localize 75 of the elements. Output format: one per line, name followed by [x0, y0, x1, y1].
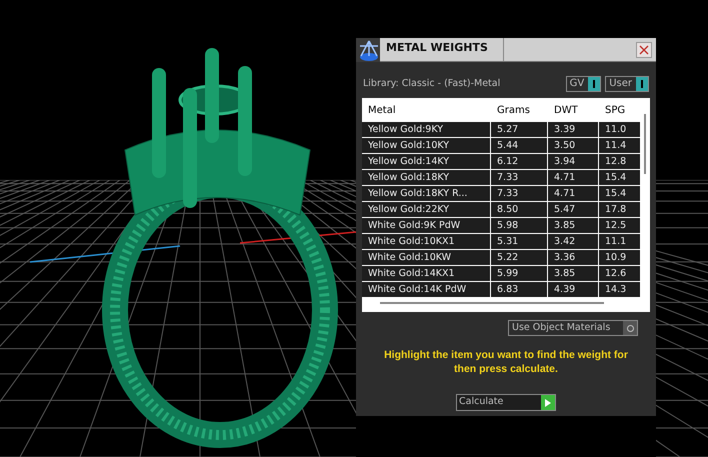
table-cell: 6.83 [491, 282, 548, 297]
table-cell-text: 12.6 [604, 267, 628, 281]
table-cell: 6.12 [491, 154, 548, 169]
table-cell: 5.47 [548, 202, 599, 217]
table-cell: 4.71 [548, 186, 599, 201]
table-row[interactable]: Yellow Gold:18KY 7.33 4.71 15.4 [362, 170, 640, 186]
table-row[interactable]: Yellow Gold:22KY 8.50 5.47 17.8 [362, 202, 640, 218]
table-cell-text: 14.3 [604, 283, 628, 297]
library-label: Library: Classic - (Fast)-Metal [363, 76, 502, 91]
table-cell: White Gold:10KW [362, 250, 491, 265]
table-cell: White Gold:10KX1 [362, 234, 491, 249]
table-cell: Yellow Gold:18KY R... [362, 186, 491, 201]
table-row[interactable]: White Gold:9K PdW 5.98 3.85 12.5 [362, 218, 640, 234]
table-cell-text: 10.9 [604, 251, 628, 265]
table-cell: 5.22 [491, 250, 548, 265]
table-row[interactable]: Yellow Gold:14KY 6.12 3.94 12.8 [362, 154, 640, 170]
horizontal-scrollbar[interactable] [380, 302, 604, 304]
table-cell: White Gold:14KX1 [362, 266, 491, 281]
table-cell: Yellow Gold:9KY [362, 122, 491, 137]
close-icon [639, 45, 649, 55]
table-row[interactable]: White Gold:14K PdW 6.83 4.39 14.3 [362, 282, 640, 298]
table-cell-text: 12.8 [604, 155, 628, 169]
column-header: Metal [367, 104, 397, 118]
table-cell: Yellow Gold:14KY [362, 154, 491, 169]
column-header: SPG [604, 104, 626, 118]
close-button[interactable] [636, 42, 652, 58]
table-cell-text: 15.4 [604, 171, 628, 185]
table-cell: White Gold:9K PdW [362, 218, 491, 233]
table-cell: 8.50 [491, 202, 548, 217]
toggle-label: Use Object Materials [512, 320, 612, 335]
toggle-switch[interactable]: User [605, 76, 649, 92]
table-cell-text: 11.0 [604, 123, 628, 137]
table-cell: White Gold:14K PdW [362, 282, 491, 297]
table-cell: 3.39 [548, 122, 599, 137]
table-cell: 3.85 [548, 266, 599, 281]
table-row[interactable]: Yellow Gold:10KY 5.44 3.50 11.4 [362, 138, 640, 154]
use-object-materials-toggle[interactable]: Use Object Materials [508, 320, 638, 336]
table-row[interactable]: White Gold:14KX1 5.99 3.85 12.6 [362, 266, 640, 282]
vertical-scrollbar[interactable] [644, 114, 646, 174]
column-header: Grams [496, 104, 531, 118]
table-cell: 5.44 [491, 138, 548, 153]
table-row[interactable]: White Gold:10KX1 5.31 3.42 11.1 [362, 234, 640, 250]
hint-text: Highlight the item you want to find the weight for then press calculate. [383, 348, 629, 376]
table-cell: Yellow Gold:18KY [362, 170, 491, 185]
table-cell-text: 17.8 [604, 203, 628, 217]
calculate-button[interactable]: Calculate [456, 394, 556, 411]
toggle-switch[interactable]: GV [566, 76, 602, 92]
table-cell: Yellow Gold:10KY [362, 138, 491, 153]
table-cell-text: 11.4 [604, 139, 628, 153]
table-cell: 3.50 [548, 138, 599, 153]
scale-icon [356, 38, 380, 62]
table-cell-text: 12.5 [604, 219, 628, 233]
table-cell: 7.33 [491, 170, 548, 185]
table-cell: 5.98 [491, 218, 548, 233]
table-cell: Yellow Gold:22KY [362, 202, 491, 217]
table-cell-text: 15.4 [604, 187, 628, 201]
table-cell: 3.94 [548, 154, 599, 169]
column-header: DWT [553, 104, 579, 118]
table-cell: 4.71 [548, 170, 599, 185]
table-cell: 5.27 [491, 122, 548, 137]
table-cell: 4.39 [548, 282, 599, 297]
table-row[interactable]: White Gold:10KW 5.22 3.36 10.9 [362, 250, 640, 266]
table-cell: 5.31 [491, 234, 548, 249]
window-title: METAL WEIGHTS [380, 38, 504, 61]
table-cell: 3.85 [548, 218, 599, 233]
table-cell: 7.33 [491, 186, 548, 201]
table-cell: 3.36 [548, 250, 599, 265]
table-cell-text: 11.1 [604, 235, 628, 249]
toggle-label: GV [570, 79, 584, 89]
play-icon [541, 395, 555, 410]
table-cell: 3.42 [548, 234, 599, 249]
table-cell: 5.99 [491, 266, 548, 281]
table-row[interactable]: Yellow Gold:9KY 5.27 3.39 11.0 [362, 122, 640, 138]
table-row[interactable]: Yellow Gold:18KY R... 7.33 4.71 15.4 [362, 186, 640, 202]
toggle-label: User [609, 79, 632, 89]
